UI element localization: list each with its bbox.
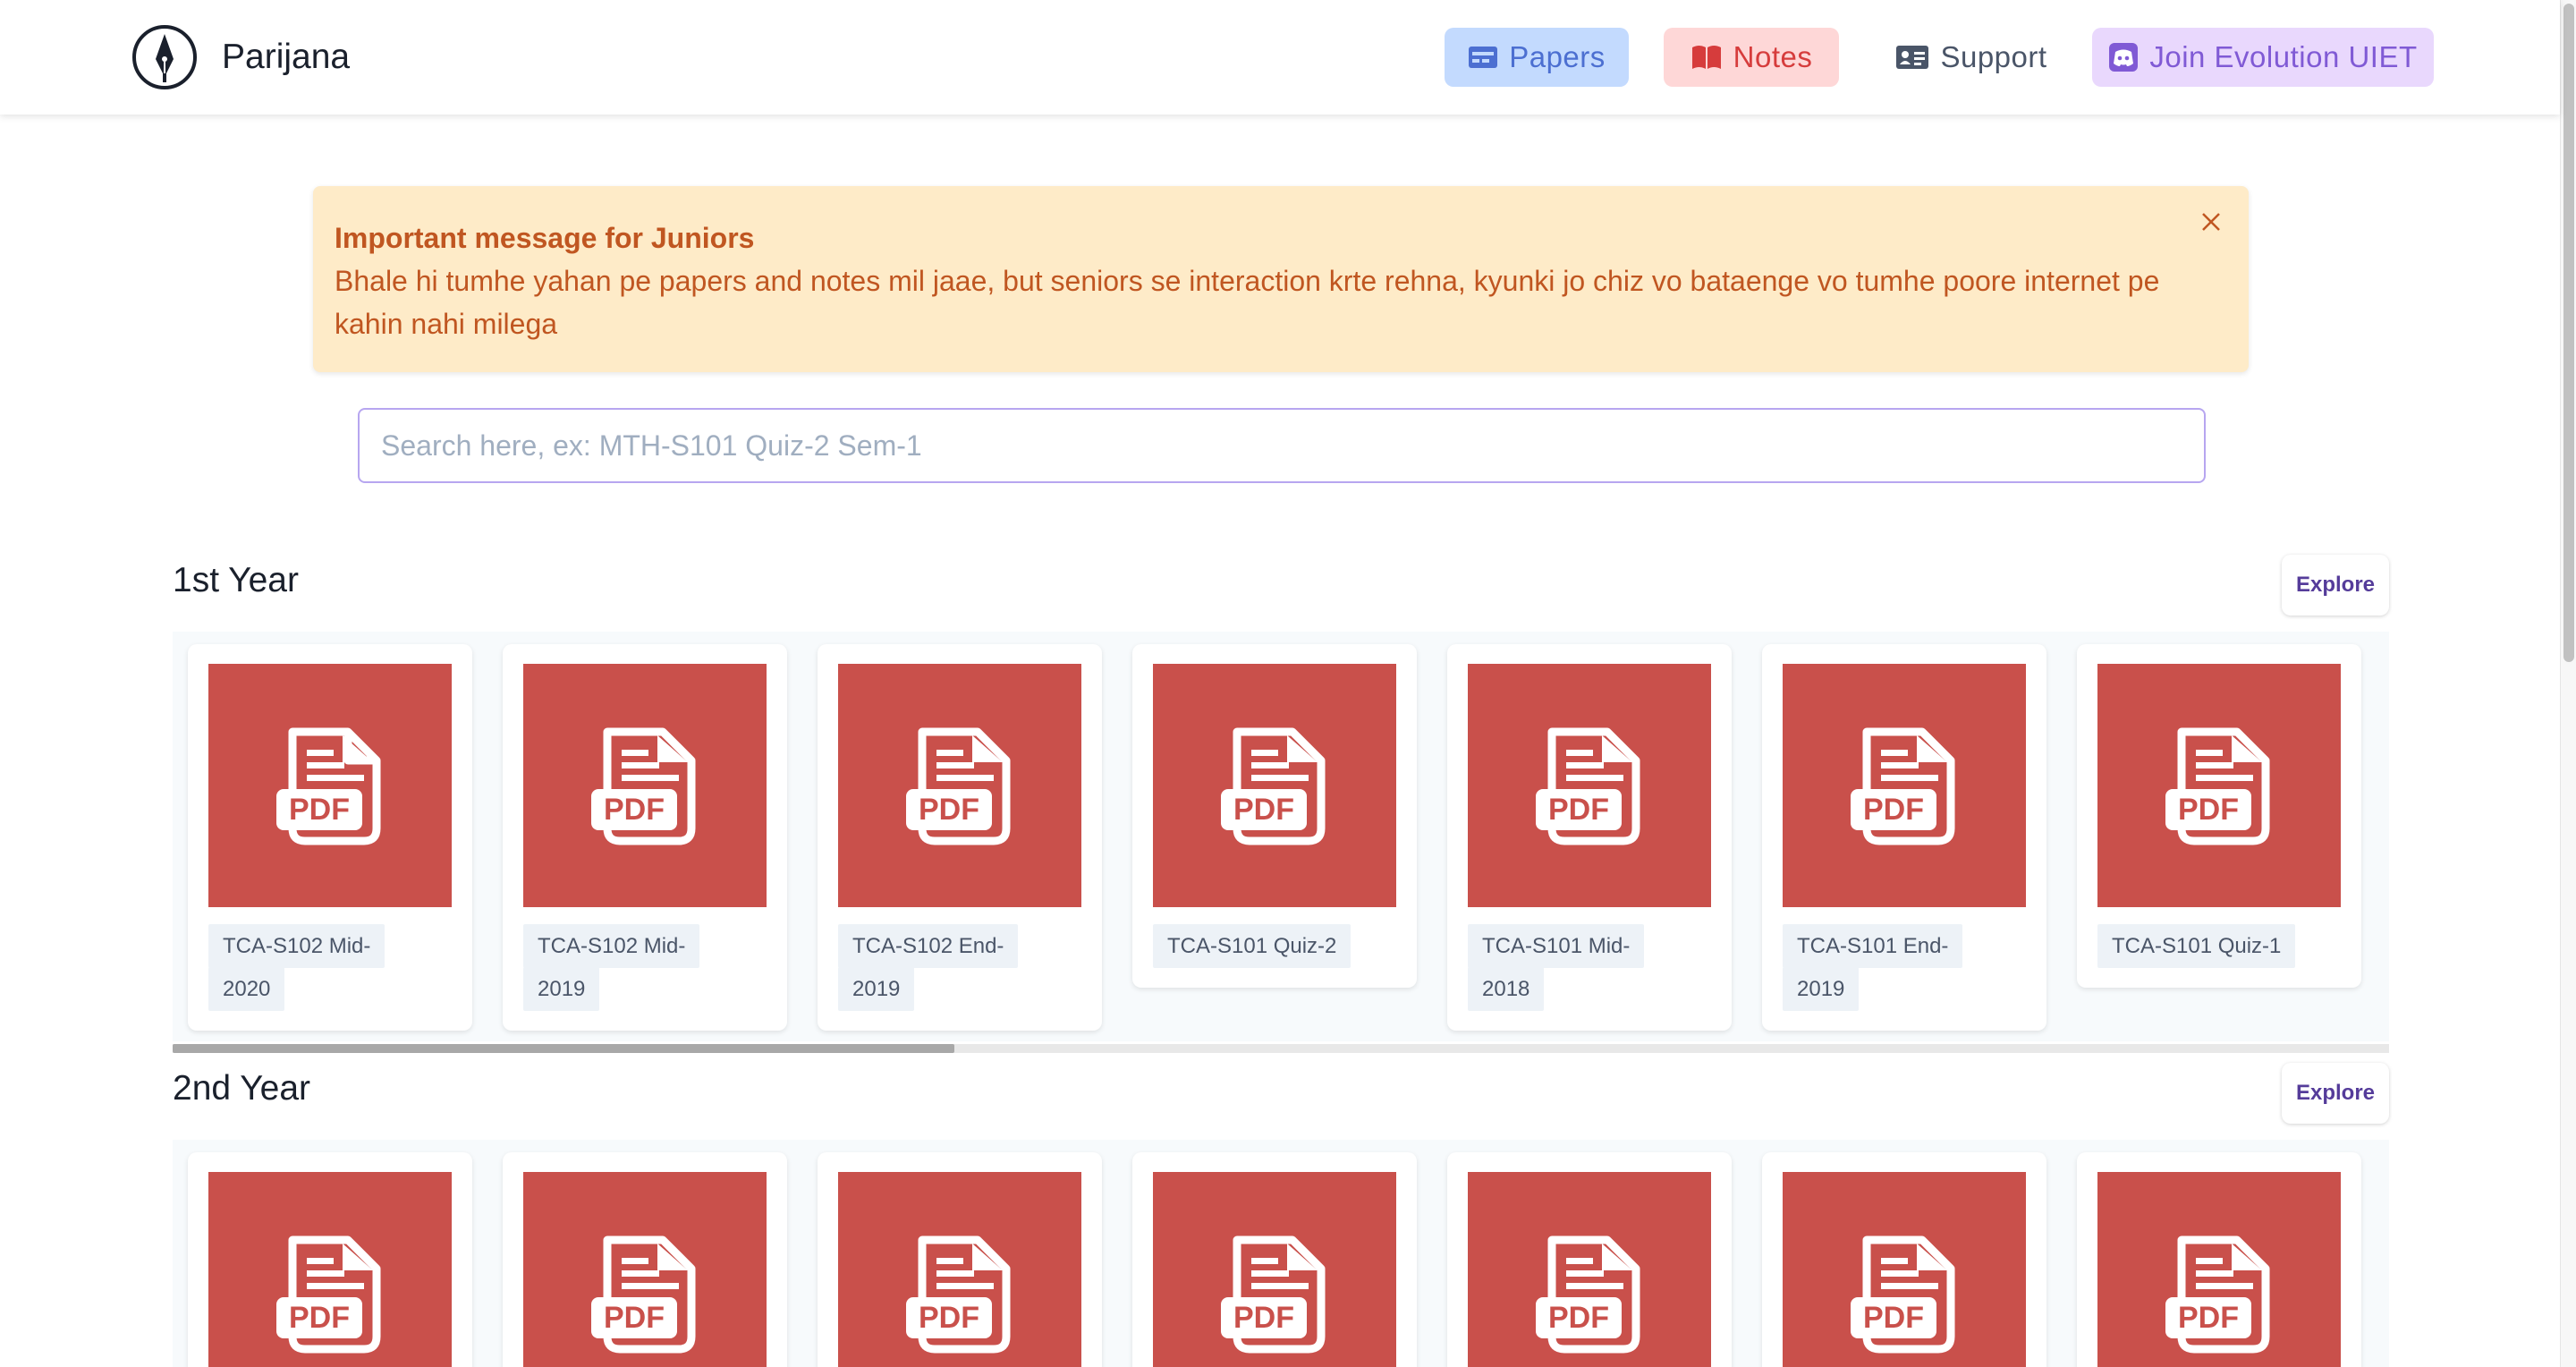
close-icon [2202, 213, 2220, 231]
pdf-label: PDF [1863, 793, 1924, 827]
join-discord-label: Join Evolution UIET [2149, 40, 2418, 73]
paper-card[interactable]: PDF [503, 1152, 787, 1367]
brand-name: Parijana [222, 38, 351, 76]
explore-2nd-year-button[interactable]: Explore [2282, 1063, 2389, 1124]
paper-title[interactable]: TCA-S102 Mid-2020 [208, 924, 387, 1011]
pdf-label: PDF [289, 1301, 350, 1335]
pdf-thumbnail: PDF [2097, 1172, 2341, 1367]
pdf-label: PDF [1233, 793, 1294, 827]
pdf-label: PDF [1548, 1301, 1609, 1335]
pdf-label: PDF [604, 793, 665, 827]
pdf-thumbnail: PDF [1153, 664, 1396, 907]
paper-card[interactable]: PDF [1447, 1152, 1732, 1367]
paper-title[interactable]: TCA-S102 End-2019 [838, 924, 1019, 1011]
paper-card[interactable]: PDF TCA-S102 End-2019 [818, 644, 1102, 1031]
pen-nib-logo-icon [132, 25, 197, 89]
paper-card[interactable]: PDF [1132, 1152, 1417, 1367]
pdf-thumbnail: PDF [1783, 1172, 2026, 1367]
pdf-file-icon: PDF [591, 1235, 696, 1354]
cards-row-1st-year[interactable]: PDF TCA-S102 Mid-2020 PDF TCA-S102 Mid-2… [173, 632, 2389, 1041]
pdf-thumbnail: PDF [1153, 1172, 1396, 1367]
join-discord-button[interactable]: Join Evolution UIET [2092, 28, 2434, 87]
pdf-thumbnail: PDF [208, 664, 452, 907]
pdf-file-icon: PDF [276, 727, 381, 845]
nav-papers-label: Papers [1509, 40, 1606, 73]
pdf-thumbnail: PDF [838, 1172, 1081, 1367]
pdf-file-icon: PDF [2165, 727, 2270, 845]
nav-support-label: Support [1940, 40, 2047, 73]
paper-title[interactable]: TCA-S101 End-2019 [1783, 924, 1963, 1011]
vertical-scrollbar[interactable] [2560, 0, 2576, 1367]
paper-title[interactable]: TCA-S101 Quiz-1 [2097, 924, 2330, 968]
pdf-file-icon: PDF [906, 1235, 1011, 1354]
vertical-scrollbar-thumb[interactable] [2563, 4, 2574, 662]
nav-notes-label: Notes [1733, 40, 1813, 73]
alert-message: Bhale hi tumhe yahan pe papers and notes… [335, 265, 2160, 340]
paper-card[interactable]: PDF [818, 1152, 1102, 1367]
pdf-label: PDF [919, 1301, 979, 1335]
explore-1st-year-button[interactable]: Explore [2282, 555, 2389, 616]
pdf-thumbnail: PDF [1783, 664, 2026, 907]
pdf-file-icon: PDF [591, 727, 696, 845]
pdf-file-icon: PDF [1851, 727, 1955, 845]
paper-card[interactable]: PDF TCA-S101 Mid-2018 [1447, 644, 1732, 1031]
paper-card[interactable]: PDF [2077, 1152, 2361, 1367]
pdf-file-icon: PDF [1536, 1235, 1640, 1354]
paper-card[interactable]: PDF TCA-S101 Quiz-2 [1132, 644, 1417, 988]
nav-support-button[interactable]: Support [1878, 28, 2064, 87]
section-title-2nd-year: 2nd Year [173, 1069, 311, 1108]
pdf-thumbnail: PDF [523, 1172, 767, 1367]
pdf-file-icon: PDF [2165, 1235, 2270, 1354]
paper-title[interactable]: TCA-S101 Mid-2018 [1468, 924, 1647, 1011]
pdf-thumbnail: PDF [2097, 664, 2341, 907]
nav-notes-button[interactable]: Notes [1664, 28, 1839, 87]
pdf-file-icon: PDF [1536, 727, 1640, 845]
paper-card[interactable]: PDF TCA-S102 Mid-2020 [188, 644, 472, 1031]
pdf-file-icon: PDF [276, 1235, 381, 1354]
pdf-label: PDF [2178, 793, 2239, 827]
nav-papers-button[interactable]: Papers [1445, 28, 1629, 87]
pdf-thumbnail: PDF [523, 664, 767, 907]
discord-icon [2109, 43, 2139, 72]
id-card-icon [1896, 46, 1929, 69]
section-title-1st-year: 1st Year [173, 561, 299, 599]
alert-title: Important message for Juniors [335, 222, 755, 254]
paper-card[interactable]: PDF TCA-S101 Quiz-1 [2077, 644, 2361, 988]
pdf-label: PDF [2178, 1301, 2239, 1335]
paper-card[interactable]: PDF [188, 1152, 472, 1367]
pdf-thumbnail: PDF [838, 664, 1081, 907]
juniors-alert: Important message for Juniors Bhale hi t… [313, 186, 2249, 372]
horizontal-scrollbar-thumb[interactable] [173, 1044, 954, 1053]
paper-card[interactable]: PDF [1762, 1152, 2046, 1367]
brand[interactable]: Parijana [131, 23, 350, 91]
pdf-label: PDF [1863, 1301, 1924, 1335]
card-icon [1469, 47, 1498, 68]
pdf-label: PDF [289, 793, 350, 827]
pdf-file-icon: PDF [1221, 1235, 1326, 1354]
pdf-thumbnail: PDF [208, 1172, 452, 1367]
pdf-thumbnail: PDF [1468, 664, 1711, 907]
pdf-file-icon: PDF [906, 727, 1011, 845]
pdf-thumbnail: PDF [1468, 1172, 1711, 1367]
paper-title[interactable]: TCA-S102 Mid-2019 [523, 924, 702, 1011]
pdf-label: PDF [604, 1301, 665, 1335]
pdf-label: PDF [1548, 793, 1609, 827]
search-input[interactable] [358, 408, 2206, 483]
pdf-label: PDF [919, 793, 979, 827]
cards-row-2nd-year[interactable]: PDF PDF PDF PDF PDF PDF PDF [173, 1140, 2389, 1367]
paper-card[interactable]: PDF TCA-S101 End-2019 [1762, 644, 2046, 1031]
pdf-file-icon: PDF [1221, 727, 1326, 845]
paper-card[interactable]: PDF TCA-S102 Mid-2019 [503, 644, 787, 1031]
paper-title[interactable]: TCA-S101 Quiz-2 [1153, 924, 1385, 968]
pdf-label: PDF [1233, 1301, 1294, 1335]
book-icon [1691, 46, 1721, 69]
pdf-file-icon: PDF [1851, 1235, 1955, 1354]
horizontal-scrollbar[interactable] [173, 1044, 2389, 1053]
alert-close-button[interactable] [2195, 206, 2227, 238]
top-navbar: Parijana Papers Notes Support Join Evolu… [0, 0, 2560, 115]
